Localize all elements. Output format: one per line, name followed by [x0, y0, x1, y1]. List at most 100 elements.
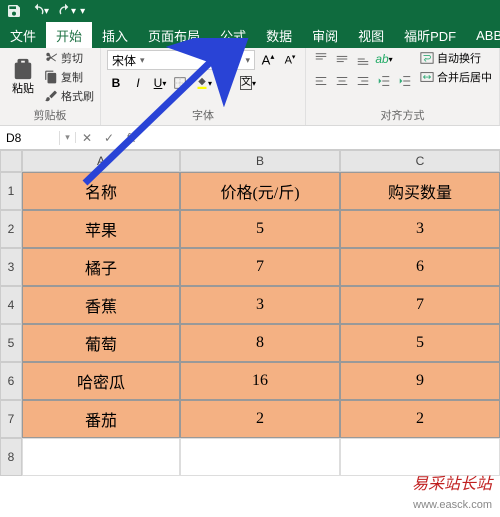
col-header-c[interactable]: C	[340, 150, 500, 172]
clipboard-icon	[12, 58, 34, 80]
cell-a4[interactable]: 香蕉	[22, 286, 180, 324]
cell-b3[interactable]: 7	[180, 248, 340, 286]
tab-review[interactable]: 审阅	[302, 22, 348, 48]
undo-button[interactable]: ▾	[28, 3, 51, 19]
border-button[interactable]: ▾	[173, 74, 191, 92]
align-center-button[interactable]	[333, 72, 351, 90]
col-header-b[interactable]: B	[180, 150, 340, 172]
cell-a8[interactable]	[22, 438, 180, 476]
tab-page-layout[interactable]: 页面布局	[138, 22, 210, 48]
cell-a6[interactable]: 哈密瓜	[22, 362, 180, 400]
align-right-button[interactable]	[354, 72, 372, 90]
fill-color-button[interactable]: ▾	[195, 74, 213, 92]
align-left-button[interactable]	[312, 72, 330, 90]
cell-c6[interactable]: 9	[340, 362, 500, 400]
align-middle-button[interactable]	[333, 50, 351, 68]
paste-button[interactable]: 粘贴	[6, 50, 40, 104]
row-header-8[interactable]: 8	[0, 438, 22, 476]
name-box[interactable]: D8	[0, 131, 60, 145]
qat-customize[interactable]: ▾	[80, 6, 85, 17]
cell-c7[interactable]: 2	[340, 400, 500, 438]
row-header-1[interactable]: 1	[0, 172, 22, 210]
cell-b2[interactable]: 5	[180, 210, 340, 248]
tab-formula[interactable]: 公式	[210, 22, 256, 48]
cell-a5[interactable]: 葡萄	[22, 324, 180, 362]
row-header-7[interactable]: 7	[0, 400, 22, 438]
cell-a3[interactable]: 橘子	[22, 248, 180, 286]
italic-button[interactable]: I	[129, 74, 147, 92]
grow-font-button[interactable]: A▴	[259, 51, 277, 69]
cell-c1[interactable]: 购买数量	[340, 172, 500, 210]
align-bottom-button[interactable]	[354, 50, 372, 68]
tab-foxit-pdf[interactable]: 福昕PDF	[394, 22, 466, 48]
cell-a2[interactable]: 苹果	[22, 210, 180, 248]
tab-view[interactable]: 视图	[348, 22, 394, 48]
cell-c5[interactable]: 5	[340, 324, 500, 362]
wrap-icon	[420, 51, 434, 65]
cell-b4[interactable]: 3	[180, 286, 340, 324]
font-name-combo[interactable]: 宋体▾	[107, 50, 217, 70]
cell-a1[interactable]: 名称	[22, 172, 180, 210]
align-top-button[interactable]	[312, 50, 330, 68]
spreadsheet-grid: A B C 1 名称 价格(元/斤) 购买数量 2 苹果 5 3 3 橘子 7 …	[0, 150, 500, 476]
align-bot-icon	[356, 52, 370, 66]
group-clipboard: 粘贴 剪切 复制 格式刷 剪贴板	[0, 48, 101, 125]
watermark: 易采站长站 www.easck.com	[412, 475, 492, 513]
row-header-4[interactable]: 4	[0, 286, 22, 324]
shrink-font-button[interactable]: A▾	[281, 51, 299, 69]
select-all-corner[interactable]	[0, 150, 22, 172]
align-mid-icon	[335, 52, 349, 66]
group-label-clipboard: 剪贴板	[6, 105, 94, 125]
align-cen-icon	[335, 74, 349, 88]
insert-function-button[interactable]: fx	[120, 131, 142, 145]
cell-b1[interactable]: 价格(元/斤)	[180, 172, 340, 210]
tab-insert[interactable]: 插入	[92, 22, 138, 48]
cell-b6[interactable]: 16	[180, 362, 340, 400]
tab-abbyy[interactable]: ABBYY	[466, 22, 500, 48]
row-header-6[interactable]: 6	[0, 362, 22, 400]
paste-label: 粘贴	[12, 80, 34, 96]
col-header-a[interactable]: A	[22, 150, 180, 172]
cell-c2[interactable]: 3	[340, 210, 500, 248]
group-label-alignment: 对齐方式	[312, 105, 493, 125]
redo-button[interactable]: ▾	[55, 3, 78, 19]
copy-icon	[44, 70, 58, 84]
group-alignment: ab▾ 自动换行 合并后居中 对齐方式	[306, 48, 500, 125]
out-indent-icon	[377, 74, 391, 88]
merge-icon	[420, 70, 434, 84]
increase-indent-button[interactable]	[396, 72, 414, 90]
format-painter-button[interactable]: 格式刷	[44, 88, 94, 104]
orientation-button[interactable]: ab▾	[375, 50, 393, 68]
undo-icon	[30, 3, 46, 19]
enter-formula-button[interactable]: ✓	[98, 131, 120, 145]
tab-file[interactable]: 文件	[0, 22, 46, 48]
font-color-button[interactable]: A▾	[217, 74, 235, 92]
cell-b7[interactable]: 2	[180, 400, 340, 438]
merge-center-button[interactable]: 合并后居中	[420, 69, 492, 85]
copy-button[interactable]: 复制	[44, 69, 94, 85]
cell-c8[interactable]	[340, 438, 500, 476]
tab-home[interactable]: 开始	[46, 22, 92, 48]
decrease-indent-button[interactable]	[375, 72, 393, 90]
cancel-formula-button[interactable]: ✕	[76, 131, 98, 145]
save-button[interactable]	[4, 3, 24, 19]
row-header-5[interactable]: 5	[0, 324, 22, 362]
border-icon	[174, 76, 186, 90]
row-header-2[interactable]: 2	[0, 210, 22, 248]
name-box-dropdown[interactable]: ▾	[60, 132, 76, 143]
bold-button[interactable]: B	[107, 74, 125, 92]
redo-icon	[57, 3, 73, 19]
cell-c4[interactable]: 7	[340, 286, 500, 324]
phonetic-button[interactable]: 文▾	[239, 74, 257, 92]
cell-a7[interactable]: 番茄	[22, 400, 180, 438]
tab-data[interactable]: 数据	[256, 22, 302, 48]
wrap-text-button[interactable]: 自动换行	[420, 50, 492, 66]
cell-b8[interactable]	[180, 438, 340, 476]
cell-c3[interactable]: 6	[340, 248, 500, 286]
font-size-combo[interactable]: 18▾	[221, 50, 255, 70]
quick-access-toolbar: ▾ ▾ ▾	[0, 0, 500, 22]
row-header-3[interactable]: 3	[0, 248, 22, 286]
cell-b5[interactable]: 8	[180, 324, 340, 362]
cut-button[interactable]: 剪切	[44, 50, 94, 66]
underline-button[interactable]: U▾	[151, 74, 169, 92]
